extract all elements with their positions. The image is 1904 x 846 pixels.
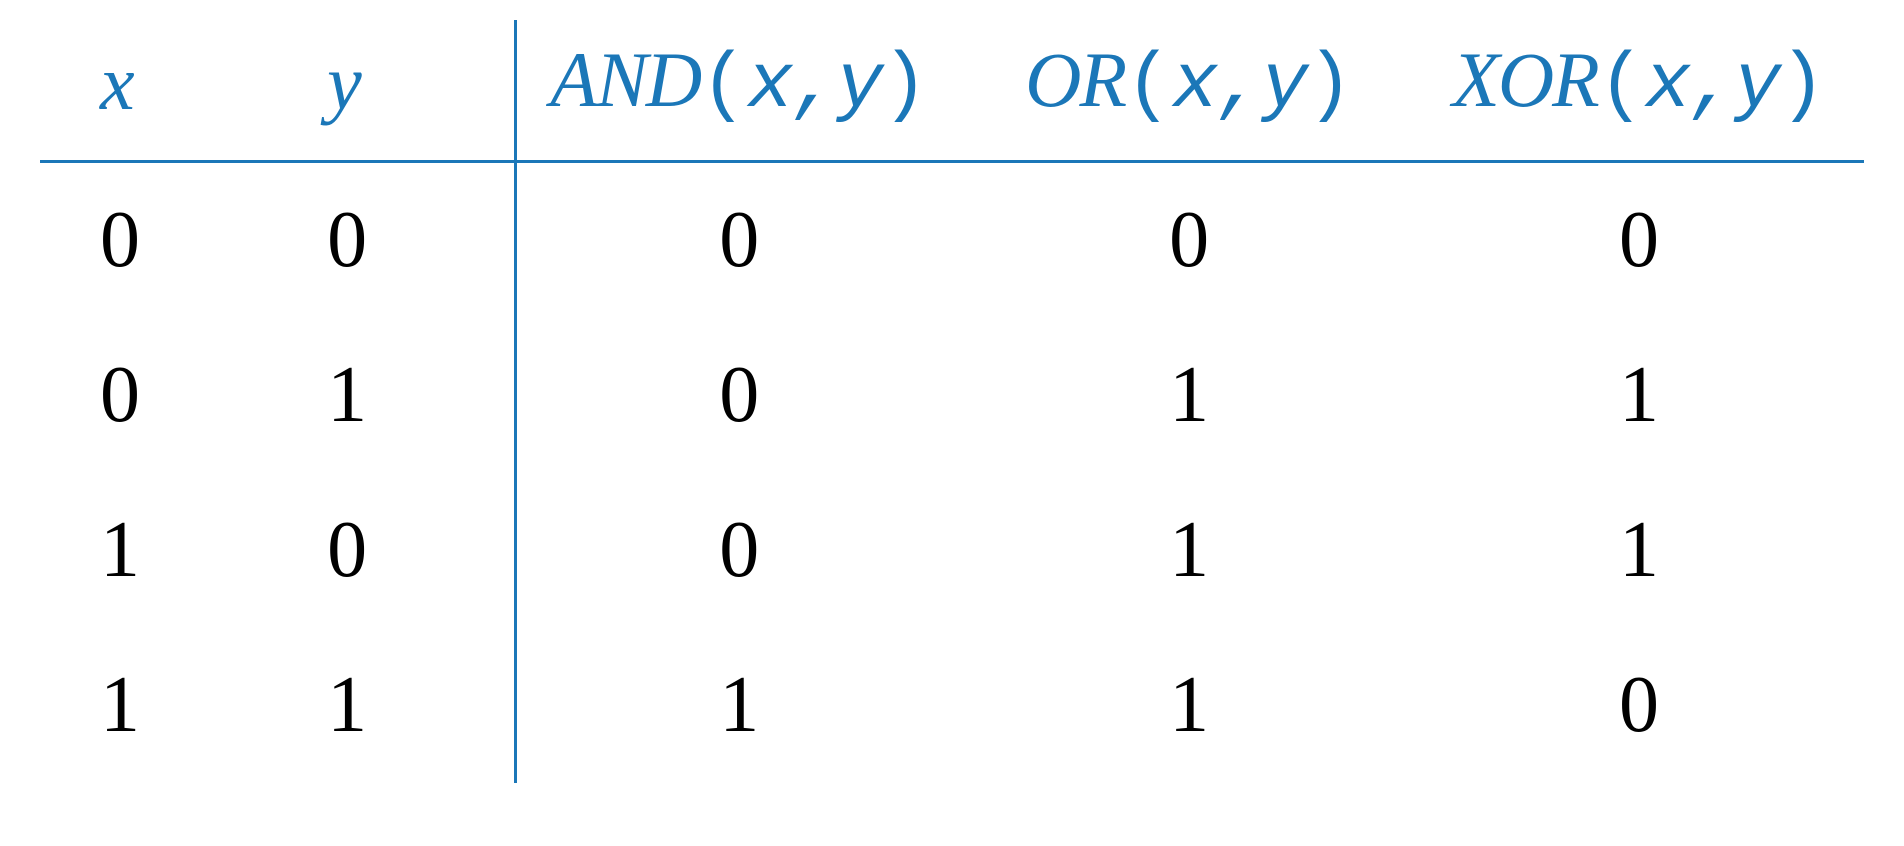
cell-x: 0 (40, 162, 277, 319)
cell-x: 0 (40, 318, 277, 473)
cell-y: 0 (277, 473, 514, 628)
truth-table: x y AND(x,y) OR(x,y) XOR(x,y) 0 0 0 0 0 (40, 20, 1864, 783)
or-label: OR (1025, 36, 1125, 123)
paren-open: ( (1598, 42, 1645, 130)
cell-xor: 0 (1414, 628, 1864, 783)
xor-label: XOR (1452, 36, 1598, 123)
or-args: x,y (1172, 42, 1306, 130)
table-body: 0 0 0 0 0 0 1 0 1 1 1 0 0 1 1 1 (40, 162, 1864, 784)
cell-x: 1 (40, 628, 277, 783)
cell-or: 1 (964, 473, 1414, 628)
cell-xor: 1 (1414, 318, 1864, 473)
table-row: 0 0 0 0 0 (40, 162, 1864, 319)
header-y: y (277, 20, 514, 162)
cell-and: 1 (514, 628, 964, 783)
cell-and: 0 (514, 318, 964, 473)
table-row: 1 1 1 1 0 (40, 628, 1864, 783)
paren-close: ) (1306, 42, 1353, 130)
header-x: x (40, 20, 277, 162)
truth-table-container: x y AND(x,y) OR(x,y) XOR(x,y) 0 0 0 0 0 (40, 20, 1864, 783)
cell-y: 1 (277, 318, 514, 473)
cell-or: 0 (964, 162, 1414, 319)
paren-open: ( (700, 42, 747, 130)
header-row: x y AND(x,y) OR(x,y) XOR(x,y) (40, 20, 1864, 162)
cell-x: 1 (40, 473, 277, 628)
paren-close: ) (881, 42, 928, 130)
table-row: 1 0 0 1 1 (40, 473, 1864, 628)
header-or: OR(x,y) (964, 20, 1414, 162)
cell-y: 0 (277, 162, 514, 319)
cell-xor: 0 (1414, 162, 1864, 319)
cell-and: 0 (514, 162, 964, 319)
cell-y: 1 (277, 628, 514, 783)
cell-or: 1 (964, 318, 1414, 473)
cell-or: 1 (964, 628, 1414, 783)
header-xor: XOR(x,y) (1414, 20, 1864, 162)
and-label: AND (550, 36, 700, 123)
paren-close: ) (1779, 42, 1826, 130)
header-and: AND(x,y) (514, 20, 964, 162)
cell-and: 0 (514, 473, 964, 628)
table-row: 0 1 0 1 1 (40, 318, 1864, 473)
xor-args: x,y (1645, 42, 1779, 130)
and-args: x,y (747, 42, 881, 130)
paren-open: ( (1125, 42, 1172, 130)
cell-xor: 1 (1414, 473, 1864, 628)
